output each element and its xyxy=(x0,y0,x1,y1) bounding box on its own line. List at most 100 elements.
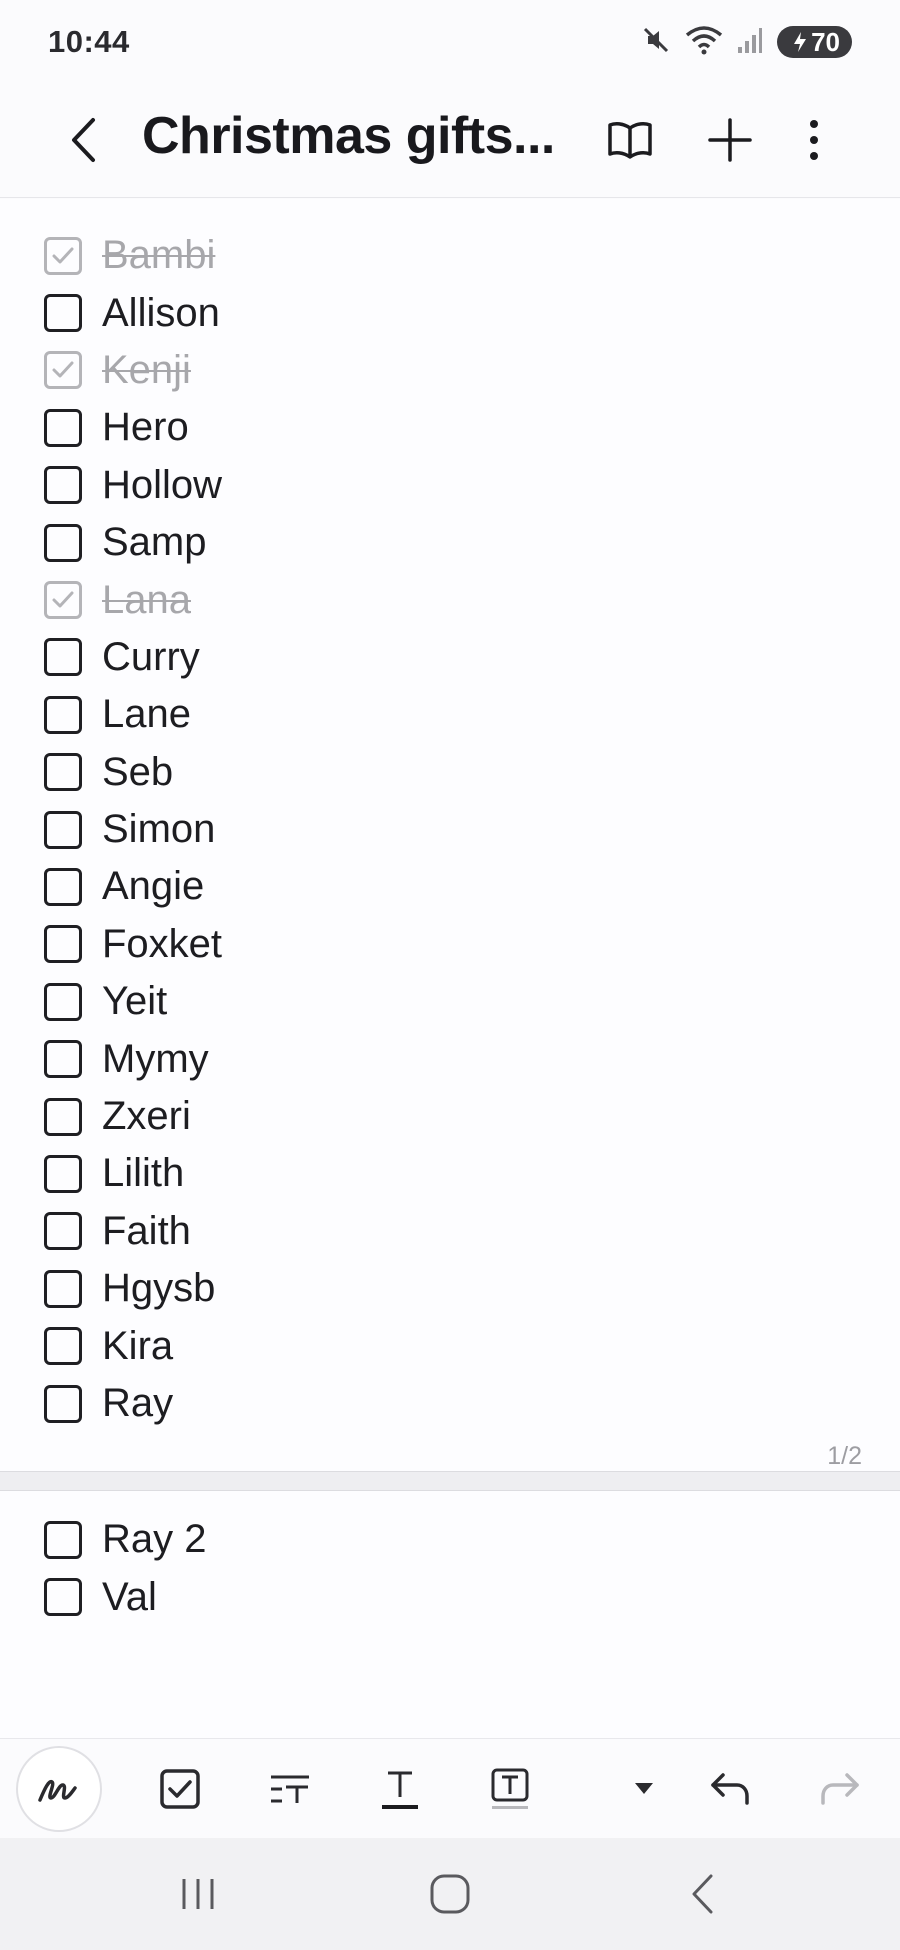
checklist: Ray 2 Val xyxy=(44,1511,207,1626)
checklist-item[interactable]: Angie xyxy=(44,858,222,915)
checklist-item-label[interactable]: Lana xyxy=(102,578,191,623)
checkbox-unchecked[interactable] xyxy=(44,1384,82,1423)
checklist-item[interactable]: Faith xyxy=(44,1203,222,1260)
checklist-item[interactable]: Val xyxy=(44,1568,207,1625)
checklist-item[interactable]: Kira xyxy=(44,1317,222,1374)
checklist-item[interactable]: Lilith xyxy=(44,1145,222,1202)
note-page-2[interactable]: Ray 2 Val xyxy=(0,1491,900,1738)
checklist-item[interactable]: Yeit xyxy=(44,973,222,1030)
checklist-item-label[interactable]: Simon xyxy=(102,807,215,852)
checklist-item[interactable]: Kenji xyxy=(44,342,222,399)
checklist-item[interactable]: Samp xyxy=(44,514,222,571)
checkbox-unchecked[interactable] xyxy=(44,925,82,964)
text-style-button[interactable] xyxy=(260,1759,320,1819)
checkbox-unchecked[interactable] xyxy=(44,810,82,849)
checklist-item[interactable]: Mymy xyxy=(44,1030,222,1087)
text-color-button[interactable] xyxy=(370,1759,430,1819)
battery-level: 70 xyxy=(811,26,840,57)
checkbox-unchecked[interactable] xyxy=(44,695,82,734)
checklist-item[interactable]: Lane xyxy=(44,686,222,743)
checklist-item[interactable]: Foxket xyxy=(44,916,222,973)
text-highlight-icon xyxy=(491,1768,529,1809)
checklist-item-label[interactable]: Hgysb xyxy=(102,1266,215,1311)
add-page-icon xyxy=(708,118,752,162)
checklist-item[interactable]: Hero xyxy=(44,399,222,456)
page-divider xyxy=(0,1471,900,1491)
checklist-item-label[interactable]: Yeit xyxy=(102,979,167,1024)
checkbox-unchecked[interactable] xyxy=(44,1212,82,1251)
text-style-icon xyxy=(271,1775,309,1803)
checkbox-checked[interactable] xyxy=(44,581,82,620)
checklist-item[interactable]: Hgysb xyxy=(44,1260,222,1317)
handwriting-pen-button[interactable] xyxy=(16,1746,102,1832)
checkbox-unchecked[interactable] xyxy=(44,1327,82,1366)
checklist-item[interactable]: Hollow xyxy=(44,457,222,514)
recent-apps-icon xyxy=(182,1879,214,1909)
checklist-item-label[interactable]: Lilith xyxy=(102,1151,184,1196)
home-button[interactable] xyxy=(410,1864,490,1924)
more-tools-dropdown-button[interactable] xyxy=(614,1759,674,1819)
checklist-item-label[interactable]: Allison xyxy=(102,291,220,336)
checkbox-tool-button[interactable] xyxy=(150,1759,210,1819)
checkbox-unchecked[interactable] xyxy=(44,523,82,562)
checklist-item-label[interactable]: Bambi xyxy=(102,233,215,278)
checklist-item-label[interactable]: Val xyxy=(102,1575,157,1620)
checklist-item[interactable]: Lana xyxy=(44,571,222,628)
checkbox-unchecked[interactable] xyxy=(44,408,82,447)
more-options-button[interactable] xyxy=(784,110,844,170)
checklist-item-label[interactable]: Seb xyxy=(102,750,173,795)
text-color-icon xyxy=(382,1771,418,1809)
add-page-button[interactable] xyxy=(700,110,760,170)
checklist-item-label[interactable]: Angie xyxy=(102,864,204,909)
checkbox-unchecked[interactable] xyxy=(44,1269,82,1308)
checklist-item[interactable]: Ray 2 xyxy=(44,1511,207,1568)
checklist-item[interactable]: Zxeri xyxy=(44,1088,222,1145)
checklist-item-label[interactable]: Kira xyxy=(102,1324,173,1369)
checkbox-unchecked[interactable] xyxy=(44,1040,82,1079)
checkbox-unchecked[interactable] xyxy=(44,867,82,906)
checklist-item[interactable]: Curry xyxy=(44,629,222,686)
back-icon xyxy=(72,118,95,162)
text-highlight-button[interactable] xyxy=(480,1759,540,1819)
checklist-item-label[interactable]: Samp xyxy=(102,520,207,565)
checklist-item[interactable]: Simon xyxy=(44,801,222,858)
checkbox-unchecked[interactable] xyxy=(44,753,82,792)
redo-button[interactable] xyxy=(810,1759,870,1819)
checklist-item-label[interactable]: Hollow xyxy=(102,463,222,508)
checklist-item[interactable]: Ray xyxy=(44,1375,222,1432)
app-bar: Christmas gifts... xyxy=(0,84,900,198)
checklist-item-label[interactable]: Ray 2 xyxy=(102,1517,207,1562)
checklist-item-label[interactable]: Zxeri xyxy=(102,1094,191,1139)
checklist-item-label[interactable]: Ray xyxy=(102,1381,173,1426)
checklist-item-label[interactable]: Faith xyxy=(102,1209,191,1254)
home-icon xyxy=(430,1874,470,1914)
checkbox-unchecked[interactable] xyxy=(44,466,82,505)
system-back-button[interactable] xyxy=(662,1864,742,1924)
checkbox-unchecked[interactable] xyxy=(44,1097,82,1136)
checkbox-tool-icon xyxy=(160,1769,200,1809)
checklist-item-label[interactable]: Foxket xyxy=(102,922,222,967)
undo-button[interactable] xyxy=(700,1759,760,1819)
note-page-1[interactable]: Bambi Allison Kenji Hero Hollow Samp Lana Curry… xyxy=(0,199,900,1471)
page-title[interactable]: Christmas gifts... xyxy=(142,106,582,166)
checkbox-unchecked[interactable] xyxy=(44,1520,82,1559)
recent-apps-button[interactable] xyxy=(158,1864,238,1924)
signal-icon xyxy=(737,25,763,60)
checkbox-checked[interactable] xyxy=(44,236,82,275)
checkbox-checked[interactable] xyxy=(44,351,82,390)
checklist-item[interactable]: Bambi xyxy=(44,227,222,284)
checklist-item[interactable]: Allison xyxy=(44,284,222,341)
checkbox-unchecked[interactable] xyxy=(44,1578,82,1617)
checkbox-unchecked[interactable] xyxy=(44,982,82,1021)
checkbox-unchecked[interactable] xyxy=(44,294,82,333)
checklist-item-label[interactable]: Kenji xyxy=(102,348,191,393)
checklist-item-label[interactable]: Lane xyxy=(102,692,191,737)
checkbox-unchecked[interactable] xyxy=(44,638,82,677)
back-button[interactable] xyxy=(60,110,108,170)
checklist-item-label[interactable]: Mymy xyxy=(102,1037,209,1082)
checkbox-unchecked[interactable] xyxy=(44,1154,82,1193)
checklist-item[interactable]: Seb xyxy=(44,744,222,801)
checklist-item-label[interactable]: Curry xyxy=(102,635,200,680)
checklist-item-label[interactable]: Hero xyxy=(102,405,189,450)
reading-mode-button[interactable] xyxy=(600,110,660,170)
